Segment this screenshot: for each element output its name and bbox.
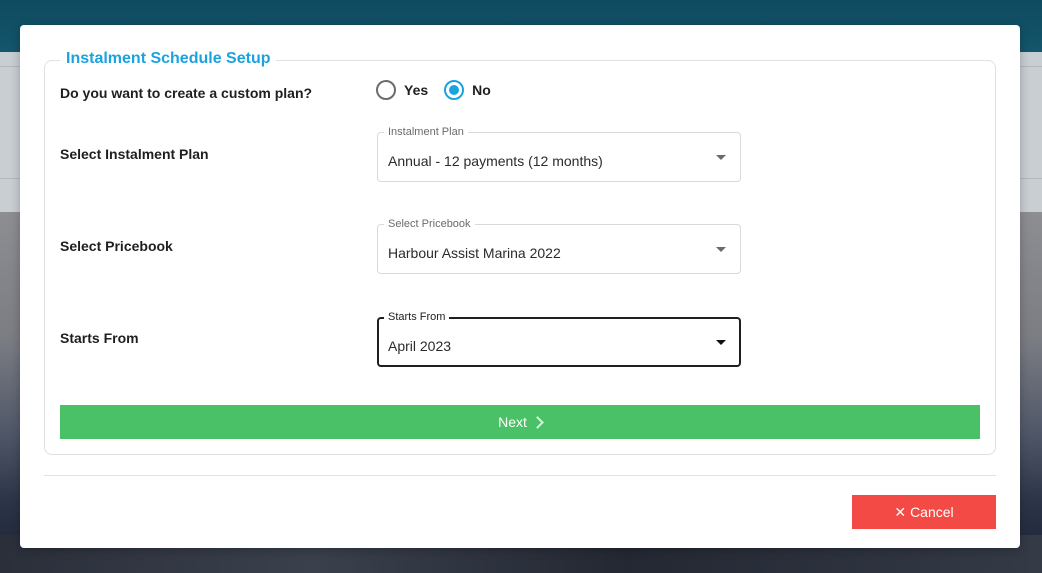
caret-down-icon[interactable] [716, 155, 726, 160]
radio-no[interactable]: No [444, 80, 491, 100]
starts-from-select[interactable]: Starts From April 2023 [377, 317, 741, 367]
instalment-schedule-modal: Instalment Schedule Setup Do you want to… [20, 25, 1020, 548]
pricebook-field-label: Select Pricebook [384, 217, 475, 231]
starts-from-label: Starts From [60, 329, 139, 347]
cancel-button-label: Cancel [910, 504, 954, 520]
starts-from-field-label: Starts From [384, 310, 449, 324]
instalment-plan-field-label: Instalment Plan [384, 125, 468, 139]
radio-no-circle[interactable] [444, 80, 464, 100]
next-button[interactable]: Next [60, 405, 980, 439]
caret-down-icon[interactable] [716, 247, 726, 252]
instalment-plan-label: Select Instalment Plan [60, 145, 209, 163]
pricebook-label: Select Pricebook [60, 237, 173, 255]
starts-from-value: April 2023 [388, 337, 451, 355]
radio-yes-label[interactable]: Yes [404, 82, 428, 98]
radio-yes-circle[interactable] [376, 80, 396, 100]
instalment-plan-value: Annual - 12 payments (12 months) [388, 152, 603, 170]
radio-no-label[interactable]: No [472, 82, 491, 98]
chevron-right-icon [531, 416, 544, 429]
radio-yes[interactable]: Yes [376, 80, 428, 100]
caret-down-icon[interactable] [716, 340, 726, 345]
next-button-label: Next [498, 414, 527, 430]
cancel-button[interactable]: ✕ Cancel [852, 495, 996, 529]
close-icon: ✕ [894, 504, 906, 521]
pricebook-select[interactable]: Select Pricebook Harbour Assist Marina 2… [377, 224, 741, 274]
instalment-plan-select[interactable]: Instalment Plan Annual - 12 payments (12… [377, 132, 741, 182]
custom-plan-question: Do you want to create a custom plan? [60, 84, 312, 102]
pricebook-value: Harbour Assist Marina 2022 [388, 244, 561, 262]
footer-divider [44, 475, 996, 476]
custom-plan-radio-group: Yes No [376, 79, 507, 101]
modal-title: Instalment Schedule Setup [60, 49, 276, 69]
